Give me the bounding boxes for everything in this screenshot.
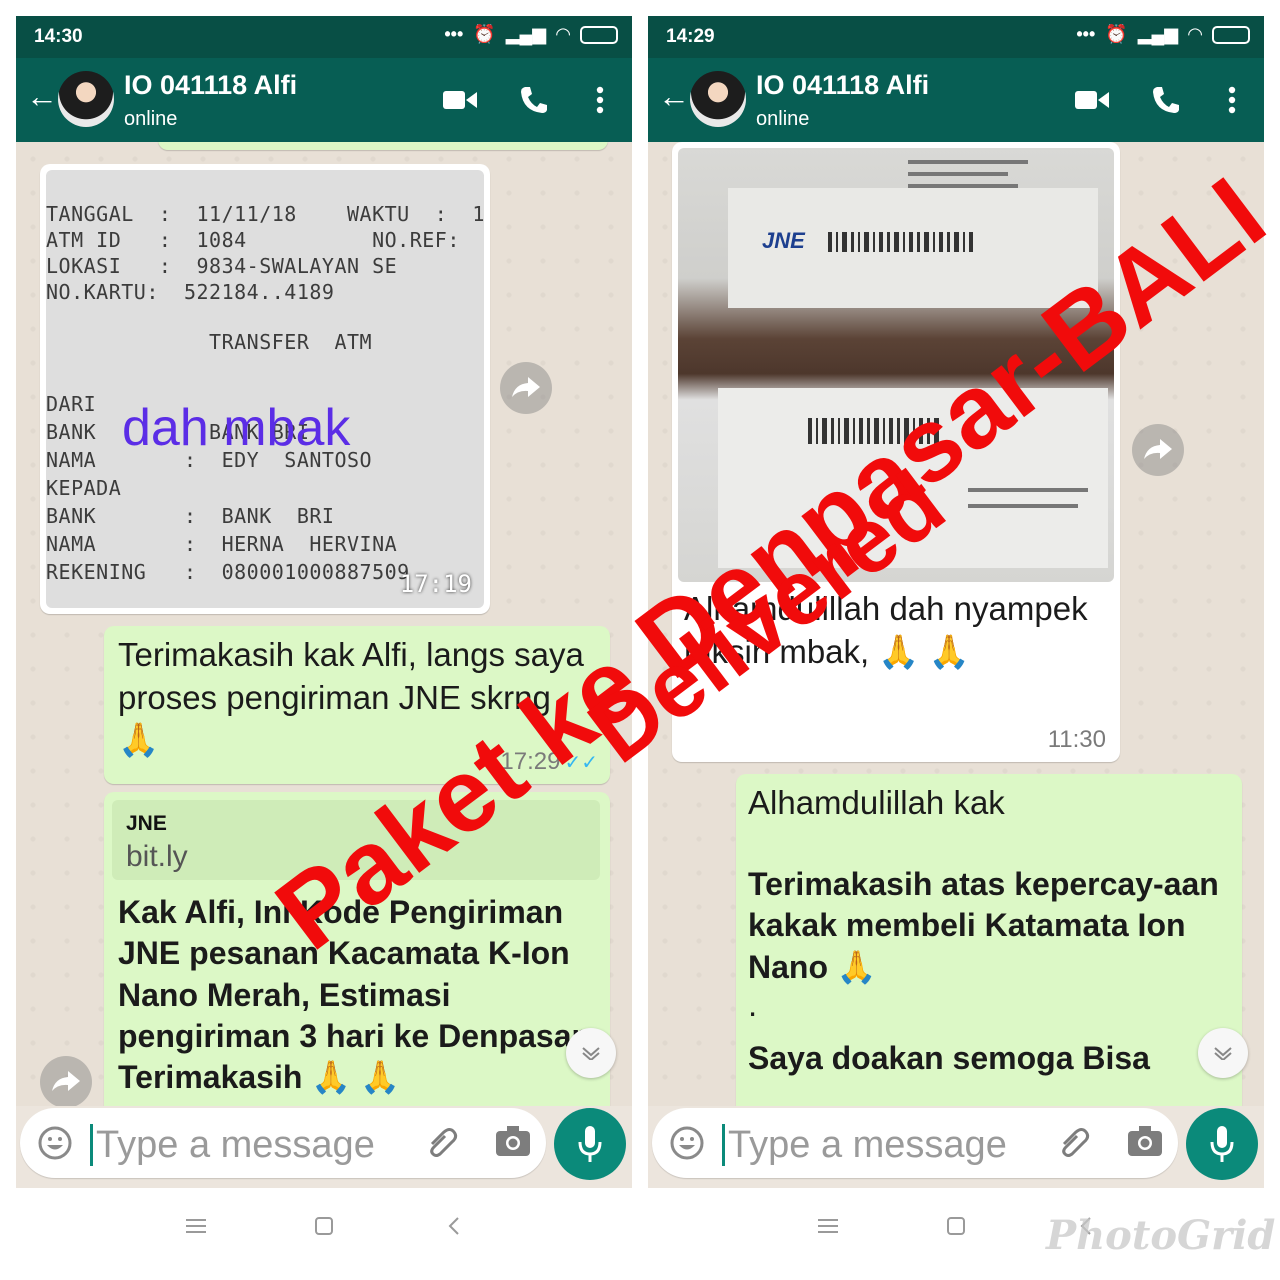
status-icons: ••• ⏰ ▂▄▆ ◠ xyxy=(1076,24,1250,45)
message-input-bar: Type a message xyxy=(16,1106,632,1188)
message-text-line: . xyxy=(748,986,758,1023)
wifi-icon: ◠ xyxy=(556,24,570,44)
attachment-icon[interactable] xyxy=(424,1124,460,1165)
jne-logo: JNE xyxy=(762,228,805,253)
image-caption-handwritten: dah mbak xyxy=(122,399,351,457)
signal-icon: ▂▄▆ xyxy=(505,24,547,44)
scroll-down-button[interactable] xyxy=(1198,1028,1248,1078)
camera-icon[interactable] xyxy=(496,1126,530,1161)
microphone-button[interactable] xyxy=(1186,1108,1258,1180)
forward-icon[interactable] xyxy=(40,1056,92,1106)
menu-icon[interactable] xyxy=(176,1196,216,1256)
back-arrow-icon[interactable]: ← xyxy=(26,80,58,112)
wifi-icon: ◠ xyxy=(1188,24,1202,44)
receipt-line: BANK : BANK BRI xyxy=(46,504,335,528)
emoji-icon[interactable] xyxy=(670,1126,704,1165)
chat-header: ← IO 041118 Alfi online xyxy=(16,58,632,142)
alarm-icon: ⏰ xyxy=(473,24,496,44)
message-input[interactable]: Type a message xyxy=(652,1108,1178,1178)
menu-icon[interactable] xyxy=(808,1196,848,1256)
message-text-line: Alhamdulillah kak xyxy=(748,784,1005,821)
input-placeholder: Type a message xyxy=(96,1124,375,1166)
status-time: 14:30 xyxy=(34,26,83,47)
message-time: 17:19 xyxy=(399,570,472,598)
text-cursor xyxy=(722,1124,725,1166)
status-icons: ••• ⏰ ▂▄▆ ◠ xyxy=(444,24,618,45)
message-input-bar: Type a message xyxy=(648,1106,1264,1188)
outgoing-message[interactable]: Alhamdulillah kak Terimakasih atas keper… xyxy=(736,774,1242,1106)
attachment-icon[interactable] xyxy=(1056,1124,1092,1165)
link-url: bit.ly xyxy=(126,840,188,873)
back-icon[interactable] xyxy=(434,1196,474,1256)
home-icon[interactable] xyxy=(936,1196,976,1256)
more-dots-icon: ••• xyxy=(444,24,464,44)
contact-name[interactable]: IO 041118 Alfi xyxy=(124,70,297,101)
message-text-line: Saya doakan semoga Bisa xyxy=(748,1040,1150,1076)
message-time: 11:30 xyxy=(1047,726,1106,753)
back-arrow-icon[interactable]: ← xyxy=(658,80,690,112)
phone-screen-left: 14:30 ••• ⏰ ▂▄▆ ◠ ← IO 041118 Alfi onlin… xyxy=(16,16,632,1188)
emoji-icon[interactable] xyxy=(38,1126,72,1165)
receipt-line: DARI xyxy=(46,392,97,416)
overflow-menu-icon[interactable] xyxy=(1212,80,1252,120)
receipt-line: TRANSFER ATM xyxy=(46,330,373,354)
phone-call-icon[interactable] xyxy=(1146,80,1186,120)
message-input[interactable]: Type a message xyxy=(20,1108,546,1178)
avatar[interactable] xyxy=(690,71,746,127)
battery-icon xyxy=(580,25,618,44)
phone-call-icon[interactable] xyxy=(514,80,554,120)
microphone-icon xyxy=(578,1126,602,1162)
alarm-icon: ⏰ xyxy=(1105,24,1128,44)
contact-status: online xyxy=(124,108,178,130)
status-bar: 14:29 ••• ⏰ ▂▄▆ ◠ xyxy=(648,16,1264,58)
forward-icon[interactable] xyxy=(1132,424,1184,476)
scroll-down-button[interactable] xyxy=(566,1028,616,1078)
camera-icon[interactable] xyxy=(1128,1126,1162,1161)
message-text-line: Terimakasih atas kepercay-aan kakak memb… xyxy=(748,866,1219,985)
status-time: 14:29 xyxy=(666,26,715,47)
text-cursor xyxy=(90,1124,93,1166)
forward-icon[interactable] xyxy=(500,362,552,414)
video-call-icon[interactable] xyxy=(1072,80,1112,120)
contact-name[interactable]: IO 041118 Alfi xyxy=(756,70,929,101)
avatar[interactable] xyxy=(58,71,114,127)
receipt-line: KEPADA xyxy=(46,476,122,500)
more-dots-icon: ••• xyxy=(1076,24,1096,44)
microphone-icon xyxy=(1210,1126,1234,1162)
receipt-line: TANGGAL : 11/11/18 WAKTU : 17:13:34 xyxy=(46,202,484,226)
video-call-icon[interactable] xyxy=(440,80,480,120)
microphone-button[interactable] xyxy=(554,1108,626,1180)
signal-icon: ▂▄▆ xyxy=(1137,24,1179,44)
status-bar: 14:30 ••• ⏰ ▂▄▆ ◠ xyxy=(16,16,632,58)
photogrid-watermark: PhotoGrid xyxy=(1046,1212,1276,1259)
overflow-menu-icon[interactable] xyxy=(580,80,620,120)
contact-status: online xyxy=(756,108,810,130)
receipt-line: ATM ID : 1084 NO.REF: 11131 xyxy=(46,228,460,252)
battery-icon xyxy=(1212,25,1250,44)
receipt-photo[interactable]: TANGGAL : 11/11/18 WAKTU : 17:13:34 ATM … xyxy=(46,170,484,608)
receipt-line: NAMA : HERNA HERVINA xyxy=(46,532,398,556)
image-message[interactable]: TANGGAL : 11/11/18 WAKTU : 17:13:34 ATM … xyxy=(40,164,490,614)
home-icon[interactable] xyxy=(304,1196,344,1256)
input-placeholder: Type a message xyxy=(728,1124,1007,1166)
chat-header: ← IO 041118 Alfi online xyxy=(648,58,1264,142)
receipt-line: NO.KARTU: 522184..4189 xyxy=(46,280,335,304)
system-nav-bar xyxy=(16,1196,632,1256)
previous-message-bubble[interactable] xyxy=(158,142,608,150)
receipt-line: REKENING : 080001000887509 xyxy=(46,560,410,584)
receipt-line: LOKASI : 9834-SWALAYAN SE xyxy=(46,254,398,278)
link-title: JNE xyxy=(126,812,167,835)
